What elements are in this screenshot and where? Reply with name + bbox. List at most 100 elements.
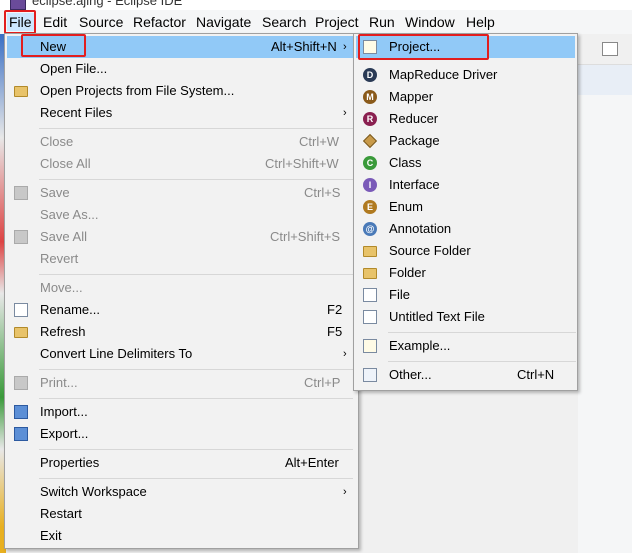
menu-item-label: Untitled Text File	[389, 309, 485, 324]
submenu-item-file[interactable]: File	[356, 284, 575, 306]
submenu-arrow-icon: ›	[343, 41, 347, 53]
submenu-item-untitled-text-file[interactable]: Untitled Text File	[356, 306, 575, 328]
menu-refactor[interactable]: Refactor	[131, 13, 188, 31]
menu-item-shortcut: Ctrl+N	[517, 367, 555, 382]
title-bar: eclipse.ajing - Eclipse IDE	[0, 0, 632, 10]
menu-item-shortcut: Ctrl+Shift+S	[270, 229, 341, 244]
submenu-item-enum[interactable]: E Enum	[356, 196, 575, 218]
menu-item-label: Source Folder	[389, 243, 471, 258]
menu-item-label: Annotation	[389, 221, 452, 236]
menu-separator	[39, 179, 353, 180]
example-icon	[363, 339, 377, 353]
menu-item-exit[interactable]: Exit	[7, 525, 356, 547]
menu-item-shortcut: Ctrl+S	[304, 185, 341, 200]
menu-item-refresh[interactable]: Refresh F5	[7, 321, 356, 343]
mapreduce-driver-icon: D	[363, 68, 377, 82]
menu-item-label: Move...	[40, 280, 83, 295]
menu-item-open-projects[interactable]: Open Projects from File System...	[7, 80, 356, 102]
submenu-item-class[interactable]: C Class	[356, 152, 575, 174]
workbench-right-area	[578, 34, 632, 553]
menu-item-print[interactable]: Print... Ctrl+P	[7, 372, 356, 394]
menu-item-new[interactable]: New Alt+Shift+N ›	[7, 36, 356, 58]
menu-item-label: Exit	[40, 528, 62, 543]
submenu-item-other[interactable]: Other... Ctrl+N	[356, 364, 575, 386]
submenu-item-mapreduce-driver[interactable]: D MapReduce Driver	[356, 64, 575, 86]
menu-item-restart[interactable]: Restart	[7, 503, 356, 525]
submenu-item-reducer[interactable]: R Reducer	[356, 108, 575, 130]
menu-item-convert-line-delimiters[interactable]: Convert Line Delimiters To ›	[7, 343, 356, 365]
menu-item-recent-files[interactable]: Recent Files ›	[7, 102, 356, 124]
submenu-item-folder[interactable]: Folder	[356, 262, 575, 284]
menu-item-label: Example...	[389, 338, 451, 353]
submenu-arrow-icon: ›	[343, 107, 347, 119]
menu-item-label: Recent Files	[40, 105, 113, 120]
menu-bar: File Edit Source Refactor Navigate Searc…	[0, 10, 632, 35]
folder-icon	[14, 86, 28, 97]
menu-item-properties[interactable]: Properties Alt+Enter	[7, 452, 356, 474]
menu-run[interactable]: Run	[367, 13, 397, 31]
menu-item-import[interactable]: Import...	[7, 401, 356, 423]
refresh-icon	[14, 327, 28, 338]
package-icon	[362, 133, 378, 149]
menu-item-label: Open File...	[40, 61, 108, 76]
submenu-item-project[interactable]: Project...	[356, 36, 575, 58]
menu-file[interactable]: File	[7, 13, 34, 31]
menu-item-save[interactable]: Save Ctrl+S	[7, 182, 356, 204]
menu-item-switch-workspace[interactable]: Switch Workspace ›	[7, 481, 356, 503]
menu-item-label: Package	[389, 133, 440, 148]
menu-item-label: Class	[389, 155, 422, 170]
menu-item-label: Save As...	[40, 207, 99, 222]
menu-item-close-all[interactable]: Close All Ctrl+Shift+W	[7, 153, 356, 175]
menu-item-export[interactable]: Export...	[7, 423, 356, 445]
window-title: eclipse.ajing - Eclipse IDE	[32, 0, 183, 8]
source-folder-icon	[363, 246, 377, 257]
submenu-item-interface[interactable]: I Interface	[356, 174, 575, 196]
menu-item-rename[interactable]: Rename... F2	[7, 299, 356, 321]
menu-item-open-file[interactable]: Open File...	[7, 58, 356, 80]
folder-icon	[363, 268, 377, 279]
menu-separator	[39, 369, 353, 370]
menu-item-label: Rename...	[40, 302, 100, 317]
menu-item-label: Other...	[389, 367, 432, 382]
menu-help[interactable]: Help	[464, 13, 497, 31]
submenu-item-annotation[interactable]: @ Annotation	[356, 218, 575, 240]
menu-item-shortcut: F2	[327, 302, 343, 317]
submenu-item-mapper[interactable]: M Mapper	[356, 86, 575, 108]
menu-item-revert[interactable]: Revert	[7, 248, 356, 270]
menu-separator	[39, 478, 353, 479]
menu-source[interactable]: Source	[77, 13, 125, 31]
menu-item-label: Mapper	[389, 89, 434, 104]
menu-item-shortcut: Ctrl+W	[299, 134, 340, 149]
menu-item-label: Interface	[389, 177, 440, 192]
menu-navigate[interactable]: Navigate	[194, 13, 253, 31]
menu-item-move[interactable]: Move...	[7, 277, 356, 299]
submenu-item-package[interactable]: Package	[356, 130, 575, 152]
menu-item-shortcut: F5	[327, 324, 343, 339]
menu-item-label: Restart	[40, 506, 82, 521]
editor-panel	[578, 65, 632, 95]
menu-item-shortcut: Alt+Enter	[285, 455, 339, 470]
submenu-item-source-folder[interactable]: Source Folder	[356, 240, 575, 262]
enum-icon: E	[363, 200, 377, 214]
export-icon	[14, 427, 28, 441]
interface-icon: I	[363, 178, 377, 192]
file-icon	[363, 288, 377, 302]
menu-item-label: Reducer	[389, 111, 439, 126]
menu-search[interactable]: Search	[260, 13, 308, 31]
menu-separator	[39, 128, 353, 129]
submenu-item-example[interactable]: Example...	[356, 335, 575, 357]
menu-project[interactable]: Project	[313, 13, 361, 31]
open-perspective-icon[interactable]	[602, 42, 618, 56]
menu-item-label: Convert Line Delimiters To	[40, 346, 193, 361]
menu-window[interactable]: Window	[403, 13, 457, 31]
menu-separator	[388, 361, 576, 362]
save-icon	[14, 186, 28, 200]
new-submenu: Project... D MapReduce Driver M Mapper R…	[353, 33, 578, 391]
menu-item-label: Enum	[389, 199, 423, 214]
menu-item-save-as[interactable]: Save As...	[7, 204, 356, 226]
menu-edit[interactable]: Edit	[41, 13, 69, 31]
menu-item-close[interactable]: Close Ctrl+W	[7, 131, 356, 153]
menu-item-label: Revert	[40, 251, 79, 266]
menu-item-save-all[interactable]: Save All Ctrl+Shift+S	[7, 226, 356, 248]
menu-item-label: Properties	[40, 455, 100, 470]
